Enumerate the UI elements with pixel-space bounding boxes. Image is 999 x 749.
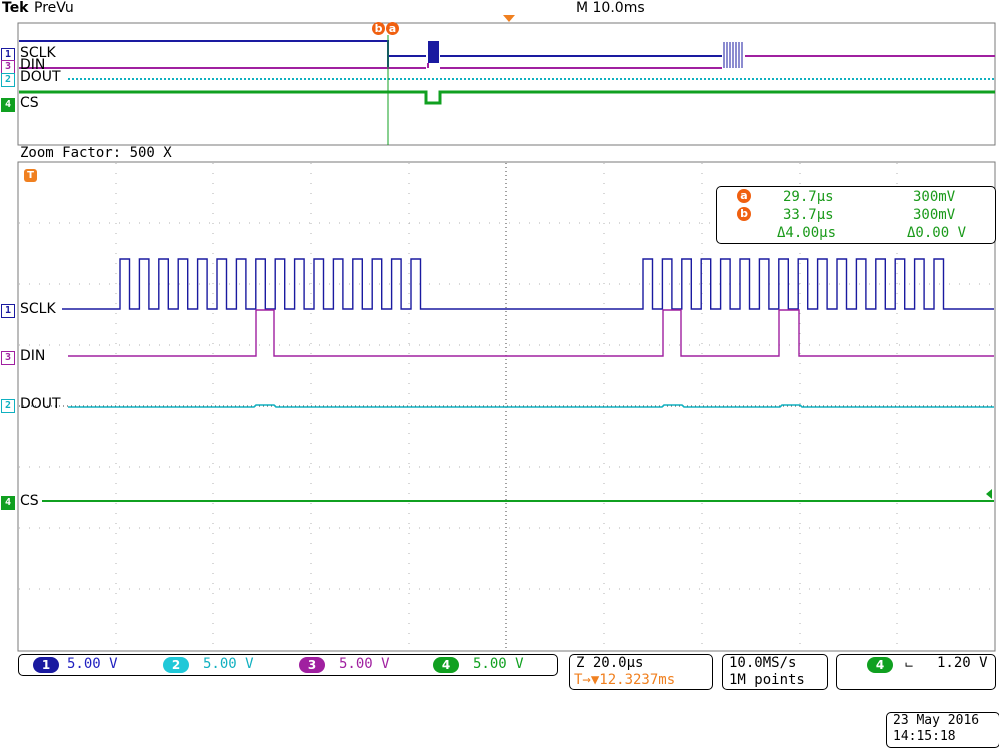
trace-sclk <box>62 258 994 310</box>
trace-din <box>68 309 994 357</box>
ch3-scale-value: 5.00 V <box>339 656 390 672</box>
cursor-a-row: a 29.7µs 300mV <box>717 189 995 207</box>
ch3-scale-pill[interactable]: 3 <box>299 657 325 673</box>
trigger-slope-icon: ⨽ <box>905 655 914 671</box>
cursor-delta-volt: Δ0.00 V <box>907 225 967 241</box>
cursor-a-time: 29.7µs <box>783 189 834 205</box>
cursor-b-volt: 300mV <box>913 207 956 223</box>
time-label: 14:15:18 <box>893 729 956 744</box>
ch4-scale-value: 5.00 V <box>473 656 524 672</box>
overview-ch2-marker[interactable]: 2 <box>1 73 15 87</box>
date-time-box: 23 May 2016 14:15:18 <box>886 712 999 748</box>
ch1-scale-value: 5.00 V <box>67 656 118 672</box>
overview-label-cs: CS <box>20 95 39 111</box>
ch4-scale-pill[interactable]: 4 <box>433 657 459 673</box>
cursor-a-volt: 300mV <box>913 189 956 205</box>
zoom-timebase-box[interactable]: Z 20.0µs T→▼12.3237ms <box>569 654 713 690</box>
trigger-position-icon[interactable] <box>503 15 515 22</box>
trigger-marker-icon[interactable]: T <box>24 169 37 182</box>
ch1-marker[interactable]: 1 <box>1 304 15 318</box>
zoom-timebase-value: Z 20.0µs <box>576 655 644 671</box>
cursor-b-marker[interactable]: b <box>372 22 385 35</box>
overview-ch3-marker[interactable]: 3 <box>1 60 15 74</box>
label-sclk: SCLK <box>20 301 56 317</box>
overview-label-dout: DOUT <box>20 69 61 85</box>
cursor-b-row: b 33.7µs 300mV <box>717 207 995 225</box>
trigger-source-pill: 4 <box>867 657 893 673</box>
date-label: 23 May 2016 <box>893 713 980 728</box>
overview-trace-din <box>19 55 995 69</box>
trigger-level: 1.20 V <box>937 655 988 671</box>
ch4-marker[interactable]: 4 <box>1 496 15 510</box>
sample-rate: 10.0MS/s <box>729 655 797 671</box>
cursor-readout: a 29.7µs 300mV b 33.7µs 300mV Δ4.00µs Δ0… <box>716 186 996 244</box>
channel-scale-bar: 1 5.00 V 2 5.00 V 3 5.00 V 4 5.00 V <box>18 654 558 676</box>
overview-trace-sclk <box>19 40 743 68</box>
trigger-box[interactable]: 4 ⨽ 1.20 V <box>836 654 996 690</box>
overview-ch4-marker[interactable]: 4 <box>1 98 15 112</box>
cursor-a-marker[interactable]: a <box>386 22 399 35</box>
waveform-display <box>17 15 996 652</box>
cursor-a-badge: a <box>737 189 751 203</box>
label-dout: DOUT <box>20 396 61 412</box>
cursor-b-time: 33.7µs <box>783 207 834 223</box>
label-cs: CS <box>20 493 39 509</box>
ch2-scale-value: 5.00 V <box>203 656 254 672</box>
ch2-scale-pill[interactable]: 2 <box>163 657 189 673</box>
trigger-position-value: T→▼12.3237ms <box>574 672 676 688</box>
overview-trace-cs <box>19 90 995 105</box>
cursor-delta-time: Δ4.00µs <box>777 225 837 241</box>
zoom-factor-label: Zoom Factor: 500 X <box>20 145 172 161</box>
record-length: 1M points <box>729 672 805 688</box>
ch3-marker[interactable]: 3 <box>1 351 15 365</box>
acquisition-box[interactable]: 10.0MS/s 1M points <box>722 654 828 690</box>
cursor-b-badge: b <box>737 207 751 221</box>
cs-level-icon <box>986 489 992 499</box>
label-din: DIN <box>20 348 46 364</box>
ch1-scale-pill[interactable]: 1 <box>33 657 59 673</box>
ch2-marker[interactable]: 2 <box>1 399 15 413</box>
cursor-delta-row: Δ4.00µs Δ0.00 V <box>717 225 995 243</box>
